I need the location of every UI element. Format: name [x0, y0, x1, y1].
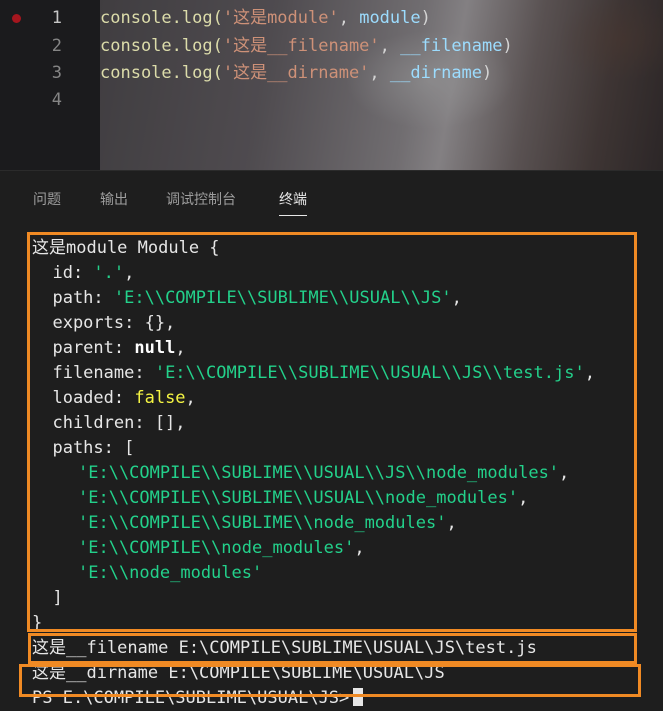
terminal-line: 这是__dirname E:\COMPILE\SUBLIME\USUAL\JS — [32, 663, 445, 683]
code-line-2[interactable]: 2 console.log('这是__filename', __filename… — [0, 33, 663, 60]
line-number: 1 — [51, 8, 62, 28]
code-editor[interactable]: 1 console.log('这是module', module) 2 cons… — [0, 0, 663, 170]
terminal-line: 'E:\\COMPILE\\node_modules', — [78, 538, 365, 558]
terminal-line: filename: 'E:\\COMPILE\\SUBLIME\\USUAL\\… — [32, 363, 595, 383]
terminal-line: 这是module Module { — [32, 238, 220, 258]
tab-terminal[interactable]: 终端 — [279, 189, 307, 216]
code-text[interactable]: console.log('这是__dirname', __dirname) — [100, 60, 492, 87]
active-tab-indicator — [279, 215, 307, 216]
tab-debug-console[interactable]: 调试控制台 — [166, 189, 236, 209]
terminal-prompt[interactable]: PS E:\COMPILE\SUBLIME\USUAL\JS> — [32, 686, 364, 711]
terminal-line: id: '.', — [32, 263, 135, 283]
terminal-cursor — [353, 688, 364, 706]
line-number: 3 — [51, 63, 62, 83]
tab-problems[interactable]: 问题 — [33, 189, 61, 209]
terminal-line: 'E:\\COMPILE\\SUBLIME\\node_modules', — [78, 513, 457, 533]
code-line-4[interactable]: 4 — [0, 87, 663, 114]
terminal-line: loaded: false, — [32, 388, 196, 408]
terminal-output[interactable]: 这是module Module { id: '.', path: 'E:\\CO… — [0, 222, 663, 708]
tab-output[interactable]: 输出 — [100, 189, 128, 209]
line-number: 2 — [51, 36, 62, 56]
code-line-3[interactable]: 3 console.log('这是__dirname', __dirname) — [0, 60, 663, 87]
terminal-line: 'E:\\COMPILE\\SUBLIME\\USUAL\\node_modul… — [78, 488, 529, 508]
terminal-line: } — [32, 613, 43, 633]
terminal-line: children: [], — [32, 413, 186, 433]
terminal-line: ] — [32, 588, 63, 608]
panel-tab-bar: 问题 输出 调试控制台 终端 — [0, 170, 663, 223]
code-text[interactable]: console.log('这是module', module) — [100, 5, 431, 32]
terminal-line: paths: [ — [32, 438, 135, 458]
terminal-line: 'E:\\COMPILE\\SUBLIME\\USUAL\\JS\\node_m… — [78, 463, 570, 483]
code-line-1[interactable]: 1 console.log('这是module', module) — [0, 5, 663, 32]
terminal-line: parent: null, — [32, 338, 186, 358]
code-text[interactable]: console.log('这是__filename', __filename) — [100, 33, 513, 60]
terminal-line: exports: {}, — [32, 313, 176, 333]
terminal-line: 'E:\\node_modules' — [78, 563, 263, 583]
terminal-line: path: 'E:\\COMPILE\\SUBLIME\\USUAL\\JS', — [32, 288, 462, 308]
terminal-line: 这是__filename E:\COMPILE\SUBLIME\USUAL\JS… — [32, 638, 537, 658]
line-number: 4 — [51, 90, 62, 110]
